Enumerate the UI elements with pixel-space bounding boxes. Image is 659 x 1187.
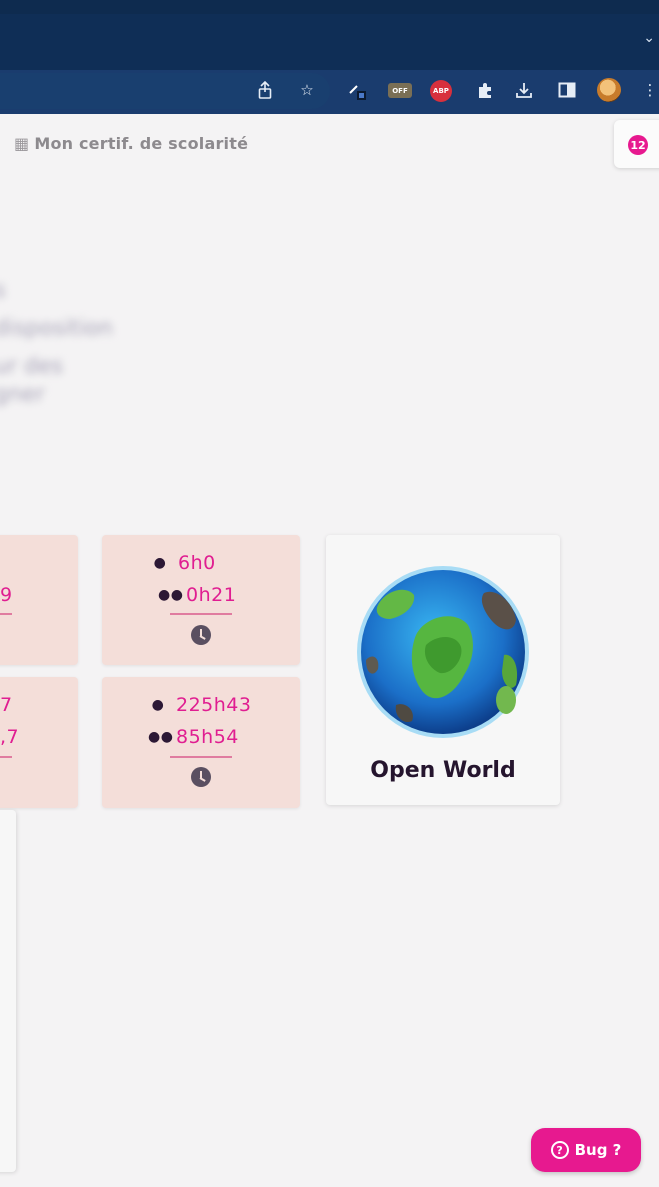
partial-stat-value: 7 (0, 694, 13, 716)
bookmark-star-icon[interactable]: ☆ (296, 79, 318, 101)
share-icon[interactable] (254, 79, 276, 101)
address-bar[interactable] (0, 73, 330, 109)
group-time-value: 0h21 (186, 584, 237, 606)
download-icon[interactable] (513, 79, 535, 101)
stat-divider (170, 756, 232, 758)
clock-icon (191, 767, 211, 787)
bug-report-button[interactable]: ? Bug ? (531, 1128, 641, 1172)
users-group-icon: ●● (148, 729, 174, 745)
certificate-label: Mon certif. de scolarité (34, 134, 249, 153)
extensions-puzzle-icon[interactable] (474, 79, 496, 101)
bug-button-label: Bug ? (574, 1141, 622, 1159)
browser-titlebar (0, 0, 659, 14)
browser-tabstrip (0, 14, 659, 70)
solo-time-row: ● 225h43 (148, 694, 251, 716)
page: ⌄ ☆ OFF ABP ⋮ ▦ Mon certif. de scolarité … (0, 0, 659, 1187)
clock-icon (191, 625, 211, 645)
notification-badge[interactable]: 12 (628, 135, 648, 155)
blurred-text-line: disposition (0, 316, 113, 341)
blurred-text-line: gner (0, 382, 45, 407)
certificate-link[interactable]: ▦ Mon certif. de scolarité (14, 134, 248, 153)
group-time-row: ●● 85h54 (148, 726, 239, 748)
side-panel-icon[interactable] (556, 79, 578, 101)
group-time-value: 85h54 (176, 726, 239, 748)
solo-time-row: ● 6h0 (150, 552, 216, 574)
solo-time-value: 225h43 (176, 694, 252, 716)
building-icon: ▦ (14, 134, 30, 153)
question-circle-icon: ? (550, 1141, 569, 1159)
users-group-icon: ●● (158, 587, 184, 603)
chevron-down-icon[interactable]: ⌄ (643, 31, 655, 45)
pen-extension-icon[interactable] (346, 79, 368, 101)
profile-avatar-icon[interactable] (597, 78, 621, 102)
open-world-title: Open World (370, 758, 516, 783)
user-icon: ● (153, 555, 167, 571)
adblock-plus-icon[interactable]: ABP (430, 80, 452, 102)
blurred-text-line: s (0, 278, 5, 303)
user-icon: ● (151, 697, 165, 713)
more-menu-icon[interactable]: ⋮ (643, 79, 658, 101)
side-card-partial[interactable] (0, 810, 16, 1172)
partial-stat-value: 9 (0, 584, 13, 606)
partial-stat-value: ,7 (0, 726, 20, 748)
globe-icon (357, 566, 529, 738)
stat-divider (0, 613, 12, 615)
off-extension-icon[interactable]: OFF (388, 83, 412, 98)
stat-divider (170, 613, 232, 615)
solo-time-value: 6h0 (178, 552, 216, 574)
blurred-text-line: ur des (0, 354, 63, 379)
group-time-row: ●● 0h21 (158, 584, 236, 606)
stat-divider (0, 756, 12, 758)
